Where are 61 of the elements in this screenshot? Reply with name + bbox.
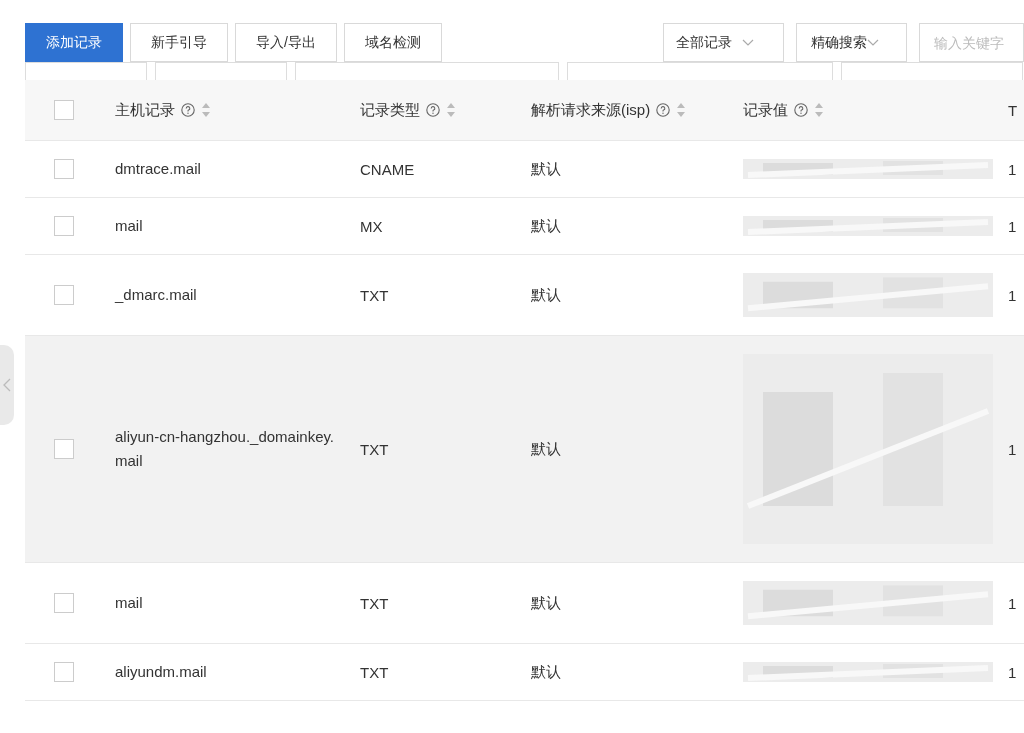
sort-icon[interactable] <box>676 102 687 118</box>
sort-icon[interactable] <box>201 102 211 118</box>
help-icon[interactable] <box>794 103 808 117</box>
host-record: mail <box>115 216 144 236</box>
record-type: TXT <box>360 440 389 458</box>
sort-icon[interactable] <box>446 102 456 118</box>
ttl-value: 1 <box>1008 440 1017 458</box>
search-mode-dropdown[interactable]: 精确搜索 <box>796 23 907 62</box>
ttl-value: 1 <box>1008 594 1017 612</box>
column-header: T <box>1008 101 1018 119</box>
isp-source: 默认 <box>531 216 561 236</box>
column-header: 记录值 <box>743 100 788 120</box>
record-type: TXT <box>360 594 389 612</box>
toolbar-button[interactable]: 导入/导出 <box>235 23 337 62</box>
ttl-value: 1 <box>1008 160 1017 178</box>
table-row[interactable]: _dmarc.mail TXT 默认 1 <box>25 255 1024 336</box>
host-record: mail <box>115 593 144 613</box>
host-record: dmtrace.mail <box>115 159 202 179</box>
isp-source: 默认 <box>531 285 561 305</box>
row-checkbox[interactable] <box>54 159 74 179</box>
table-row[interactable]: mail TXT 默认 1 <box>25 563 1024 644</box>
column-header: 解析请求来源(isp) <box>531 100 651 120</box>
table-row[interactable]: aliyun-cn-hangzhou._domainkey.mail TXT 默认 1 <box>25 336 1024 563</box>
toolbar-button[interactable]: 域名检测 <box>343 23 442 62</box>
help-icon[interactable] <box>426 103 440 117</box>
record-type: CNAME <box>360 160 415 178</box>
host-record: aliyundm.mail <box>115 662 208 682</box>
table-row[interactable]: mail MX 默认 1 <box>25 198 1024 255</box>
caret-icon <box>867 38 879 47</box>
isp-source: 默认 <box>531 662 561 682</box>
table-row[interactable]: aliyundm.mail TXT 默认 1 <box>25 644 1024 701</box>
record-type: MX <box>360 217 383 235</box>
sort-icon[interactable] <box>814 102 824 118</box>
help-icon[interactable] <box>656 103 671 117</box>
column-header: 记录类型 <box>360 100 420 120</box>
isp-source: 默认 <box>531 439 561 459</box>
ttl-value: 1 <box>1008 217 1017 235</box>
add-record-button[interactable]: 添加记录 <box>25 23 123 62</box>
record-filter-dropdown[interactable]: 全部记录 <box>663 23 784 62</box>
caret-icon <box>742 38 754 47</box>
row-checkbox[interactable] <box>54 216 74 236</box>
record-type: TXT <box>360 286 389 304</box>
chevron-left-icon <box>3 378 11 392</box>
row-checkbox[interactable] <box>54 285 74 305</box>
ttl-value: 1 <box>1008 286 1017 304</box>
host-record: _dmarc.mail <box>115 285 198 305</box>
collapse-tab[interactable] <box>0 345 14 425</box>
isp-source: 默认 <box>531 593 561 613</box>
row-checkbox[interactable] <box>54 593 74 613</box>
column-header: 主机记录 <box>115 100 175 120</box>
host-record: aliyun-cn-hangzhou._domainkey.mail <box>115 427 336 471</box>
record-type: TXT <box>360 663 389 681</box>
help-icon[interactable] <box>181 103 195 117</box>
isp-source: 默认 <box>531 159 561 179</box>
table-row[interactable]: dmtrace.mail CNAME 默认 1 <box>25 141 1024 198</box>
toolbar-button[interactable]: 新手引导 <box>130 23 228 62</box>
select-all-checkbox[interactable] <box>54 100 74 120</box>
row-checkbox[interactable] <box>54 662 74 682</box>
row-checkbox[interactable] <box>54 439 74 459</box>
ttl-value: 1 <box>1008 663 1017 681</box>
search-field[interactable]: 输入关键字 <box>919 23 1024 62</box>
